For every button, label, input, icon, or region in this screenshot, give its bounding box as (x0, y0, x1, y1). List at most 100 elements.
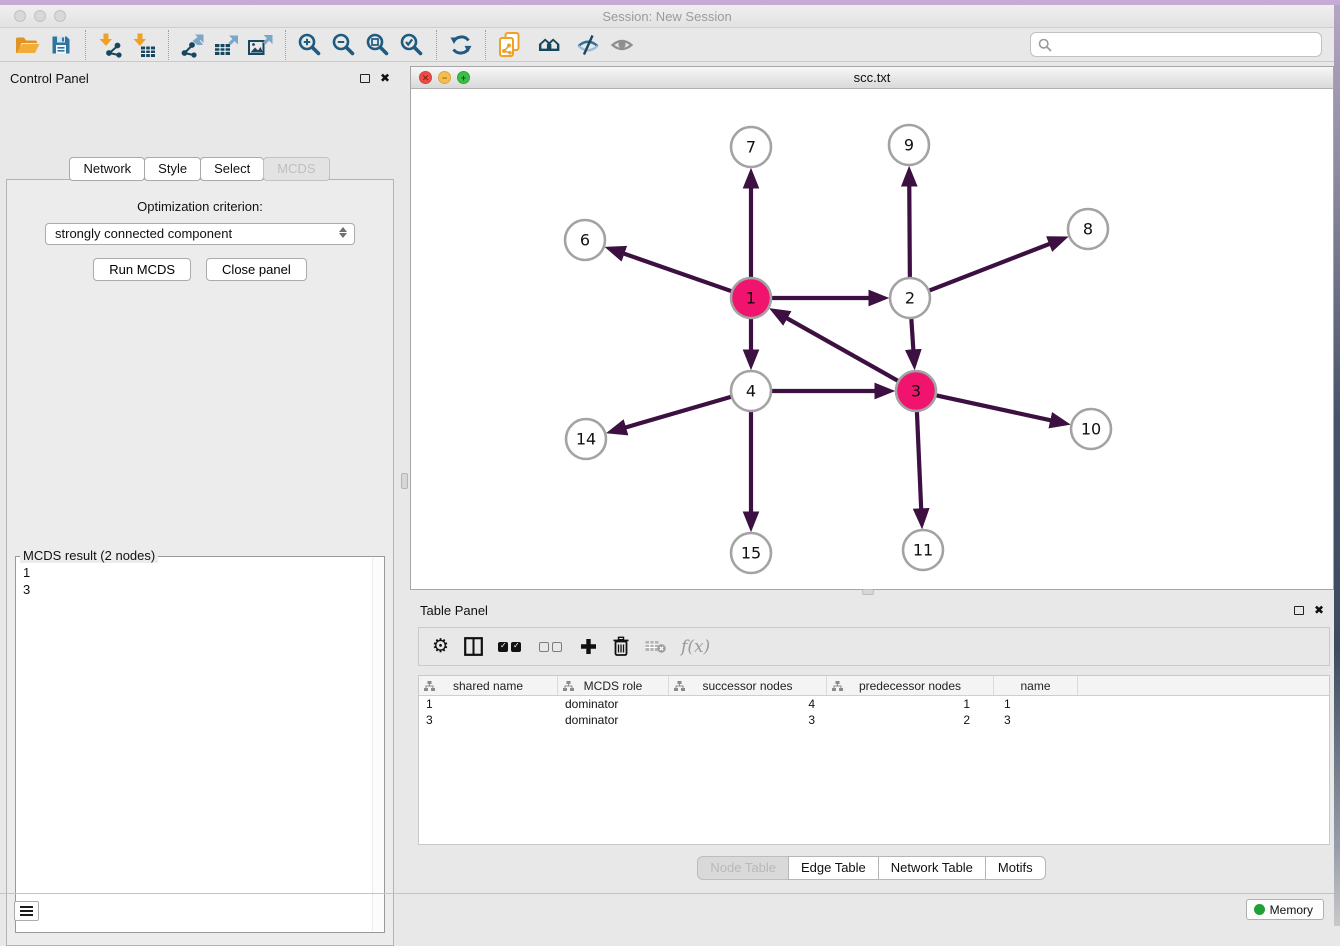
hide-details-eye-slash-icon[interactable] (571, 30, 605, 60)
tab-style[interactable]: Style (144, 157, 201, 181)
table-cell[interactable]: 1 (827, 696, 994, 712)
graph-node-3[interactable]: 3 (896, 371, 936, 411)
search-icon (1038, 38, 1052, 52)
app-title: Session: New Session (0, 5, 1334, 28)
graph-node-2[interactable]: 2 (890, 278, 930, 318)
tab-select[interactable]: Select (200, 157, 264, 181)
show-columns-icon[interactable] (464, 635, 483, 659)
hierarchy-icon (424, 681, 435, 691)
export-network-icon[interactable] (176, 30, 210, 60)
result-scrollbar[interactable] (372, 558, 384, 931)
run-mcds-button[interactable]: Run MCDS (93, 258, 191, 281)
function-builder-icon[interactable]: f(x) (681, 635, 710, 659)
column-header-successor-nodes[interactable]: successor nodes (669, 676, 827, 695)
open-session-icon[interactable] (10, 30, 44, 60)
import-table-icon[interactable] (127, 30, 161, 60)
table-cell[interactable]: 1 (419, 696, 558, 712)
float-panel-icon[interactable] (1294, 606, 1304, 615)
save-session-icon[interactable] (44, 30, 78, 60)
float-panel-icon[interactable] (360, 74, 370, 83)
optimization-criterion-select[interactable]: strongly connected component (45, 223, 355, 245)
houses-icon[interactable]: ⌂⌂ (527, 30, 571, 60)
graph-node-11[interactable]: 11 (903, 530, 943, 570)
network-maximize-button[interactable]: + (457, 71, 470, 84)
graph-node-1[interactable]: 1 (731, 278, 771, 318)
minimize-window-button[interactable] (34, 10, 46, 22)
graph-edge-3-1[interactable] (775, 311, 898, 380)
graph-edge-1-6[interactable] (610, 249, 731, 291)
tab-mcds[interactable]: MCDS (263, 157, 329, 181)
tab-network[interactable]: Network (69, 157, 145, 181)
column-header-mcds-role[interactable]: MCDS role (558, 676, 669, 695)
tab-edge-table[interactable]: Edge Table (788, 856, 879, 880)
delete-table-icon[interactable] (645, 635, 666, 659)
graph-edge-2-3[interactable] (911, 319, 914, 364)
graph-node-8[interactable]: 8 (1068, 209, 1108, 249)
table-cell[interactable]: 3 (669, 712, 827, 728)
tab-node-table[interactable]: Node Table (697, 856, 789, 880)
column-header-shared-name[interactable]: shared name (419, 676, 558, 695)
zoom-selected-icon[interactable] (395, 30, 429, 60)
delete-icon[interactable] (612, 635, 630, 659)
close-panel-icon[interactable]: ✖ (380, 72, 390, 84)
table-cell[interactable]: 2 (827, 712, 994, 728)
graph-node-10[interactable]: 10 (1071, 409, 1111, 449)
table-row[interactable]: 1dominator411 (419, 696, 1329, 712)
table-cell[interactable]: 4 (669, 696, 827, 712)
graph-edge-2-8[interactable] (930, 239, 1063, 291)
table-cell[interactable]: dominator (558, 696, 669, 712)
deselect-all-icon[interactable] (539, 635, 565, 659)
close-window-button[interactable] (14, 10, 26, 22)
graph-edge-3-11[interactable] (917, 412, 922, 523)
table-cell[interactable]: 3 (419, 712, 558, 728)
graph-node-9[interactable]: 9 (889, 125, 929, 165)
export-image-icon[interactable] (244, 30, 278, 60)
network-view-window: ✕ − + scc.txt 7 9 6 8 1 2 4 3 14 10 15 11 (410, 66, 1334, 590)
settings-gear-icon[interactable]: ⚙ (432, 635, 449, 659)
network-canvas[interactable]: 7 9 6 8 1 2 4 3 14 10 15 11 (411, 89, 1333, 589)
zoom-out-icon[interactable] (327, 30, 361, 60)
mcds-result-text: 1 3 (16, 557, 384, 598)
graph-node-4[interactable]: 4 (731, 371, 771, 411)
zoom-window-button[interactable] (54, 10, 66, 22)
mcds-panel: Optimization criterion: strongly connect… (6, 179, 394, 946)
table-cell[interactable]: 3 (994, 712, 1078, 728)
optimization-criterion-label: Optimization criterion: (7, 199, 393, 214)
add-column-icon[interactable] (580, 635, 597, 659)
network-close-button[interactable]: ✕ (419, 71, 432, 84)
zoom-in-icon[interactable] (293, 30, 327, 60)
table-panel-title: Table Panel (420, 603, 1294, 618)
table-cell[interactable]: dominator (558, 712, 669, 728)
vertical-splitter[interactable] (400, 62, 410, 893)
column-header-predecessor-nodes[interactable]: predecessor nodes (827, 676, 994, 695)
close-panel-icon[interactable]: ✖ (1314, 604, 1324, 616)
clone-network-icon[interactable] (493, 30, 527, 60)
memory-button[interactable]: Memory (1246, 899, 1324, 920)
splitter-handle[interactable] (401, 473, 408, 489)
show-details-eye-icon[interactable] (605, 30, 639, 60)
refresh-icon[interactable] (444, 30, 478, 60)
graph-node-6[interactable]: 6 (565, 220, 605, 260)
network-minimize-button[interactable]: − (438, 71, 451, 84)
graph-node-14[interactable]: 14 (566, 419, 606, 459)
tab-motifs[interactable]: Motifs (985, 856, 1046, 880)
memory-label: Memory (1270, 903, 1313, 917)
import-network-icon[interactable] (93, 30, 127, 60)
graph-node-label: 15 (741, 544, 761, 563)
graph-node-7[interactable]: 7 (731, 127, 771, 167)
search-input[interactable] (1057, 35, 1321, 55)
table-row[interactable]: 3dominator323 (419, 712, 1329, 728)
column-header-name[interactable]: name (994, 676, 1078, 695)
close-panel-button[interactable]: Close panel (206, 258, 307, 281)
select-all-icon[interactable] (498, 635, 524, 659)
graph-edge-4-14[interactable] (612, 397, 731, 432)
fit-content-icon[interactable] (361, 30, 395, 60)
graph-node-15[interactable]: 15 (731, 533, 771, 573)
table-cell[interactable]: 1 (994, 696, 1078, 712)
graph-edge-2-9[interactable] (909, 172, 910, 277)
task-history-button[interactable] (14, 901, 39, 921)
tab-network-table[interactable]: Network Table (878, 856, 986, 880)
graph-edge-3-10[interactable] (937, 395, 1065, 423)
export-table-icon[interactable] (210, 30, 244, 60)
network-window-titlebar[interactable]: ✕ − + scc.txt (411, 67, 1333, 89)
